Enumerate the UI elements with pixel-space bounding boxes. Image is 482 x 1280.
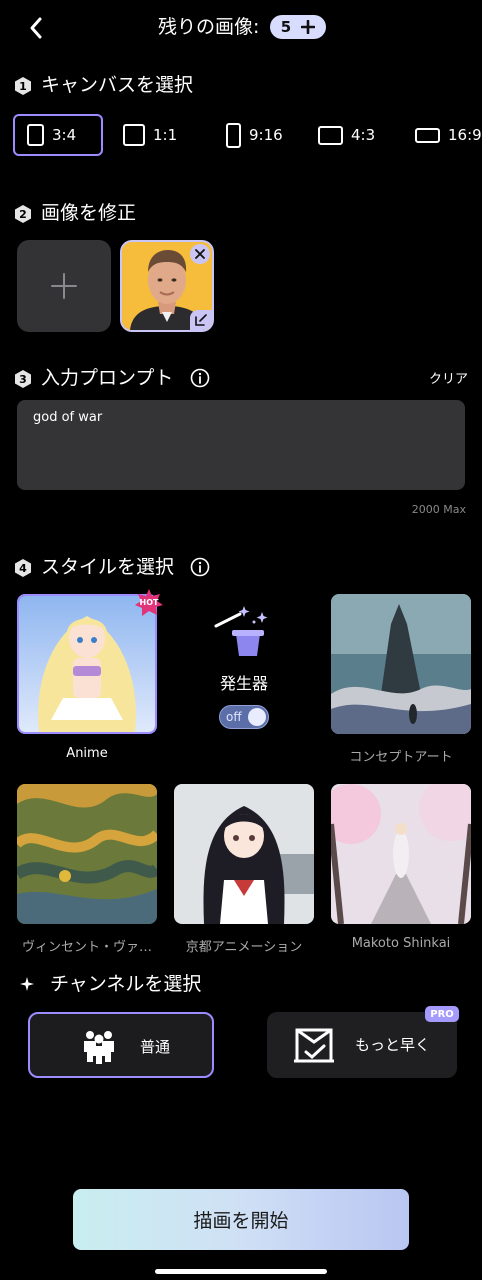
section-title-canvas: キャンバスを選択 [41, 74, 194, 96]
close-icon [195, 249, 205, 259]
section-number-3: 3 [13, 369, 33, 389]
ratio-label: 4:3 [351, 126, 376, 144]
toggle-knob [248, 708, 266, 726]
section-title-channel: チャンネルを選択 [50, 973, 202, 995]
fast-track-icon [294, 1028, 334, 1063]
generator-toggle[interactable]: off [219, 705, 269, 729]
prompt-input[interactable]: god of war [17, 400, 465, 490]
style-label: Anime [66, 746, 108, 761]
clear-prompt-button[interactable]: クリア [429, 368, 468, 387]
credits-pill[interactable]: 5 [270, 15, 326, 39]
magic-hat-icon [214, 604, 274, 660]
pro-badge: PRO [425, 1006, 459, 1022]
section-title-prompt: 入力プロンプト [41, 367, 174, 389]
prompt-max-length: 2000 Max [411, 503, 466, 516]
style-makoto-shinkai-thumbnail[interactable] [331, 784, 471, 924]
home-indicator [155, 1269, 327, 1274]
ratio-option-4-3[interactable]: 4:3 [318, 114, 375, 156]
style-label: Makoto Shinkai [351, 936, 451, 951]
edit-icon [195, 314, 207, 326]
channel-normal-button[interactable]: 普通 [28, 1012, 214, 1078]
ratio-square-icon [123, 124, 145, 146]
style-label: 京都アニメーション [185, 940, 303, 955]
edit-image-button[interactable] [190, 310, 212, 330]
style-kyoto-animation-thumbnail[interactable] [174, 784, 314, 924]
section-title-modify: 画像を修正 [41, 202, 137, 224]
sparkle-icon [19, 976, 35, 992]
section-number-2: 2 [13, 204, 33, 224]
section-number-4: 4 [13, 558, 33, 578]
credits-count: 5 [280, 18, 292, 36]
channel-normal-label: 普通 [140, 1038, 171, 1056]
chevron-left-icon [30, 17, 42, 39]
van-gogh-artwork [17, 784, 157, 924]
ratio-label: 1:1 [153, 126, 178, 144]
ratio-tall-icon [226, 122, 241, 148]
info-icon[interactable] [190, 557, 210, 577]
ratio-label: 9:16 [249, 126, 283, 144]
add-image-button[interactable] [17, 240, 111, 332]
start-drawing-button[interactable]: 描画を開始 [73, 1189, 409, 1250]
ratio-option-16-9[interactable]: 16:9 [415, 114, 482, 156]
kyoto-animation-artwork [174, 784, 314, 924]
back-button[interactable] [22, 14, 50, 42]
ratio-label: 3:4 [52, 126, 77, 144]
generator-label: 発生器 [219, 674, 268, 693]
plus-icon [301, 20, 316, 34]
remove-image-button[interactable] [190, 244, 210, 264]
style-label: ヴィンセント・ヴァ… [21, 940, 152, 955]
uploaded-image-thumbnail[interactable] [120, 240, 214, 332]
ratio-option-3-4[interactable]: 3:4 [13, 114, 103, 156]
section-number-1: 1 [13, 76, 33, 96]
group-people-icon [84, 1031, 114, 1064]
ratio-wide-icon [415, 127, 440, 143]
ratio-option-1-1[interactable]: 1:1 [123, 114, 177, 156]
page-title: 残りの画像: [158, 16, 260, 38]
plus-icon [51, 273, 77, 299]
ratio-portrait-icon [27, 124, 44, 146]
section-title-style: スタイルを選択 [41, 556, 175, 578]
info-icon[interactable] [190, 368, 210, 388]
style-van-gogh-thumbnail[interactable] [17, 784, 157, 924]
style-concept-art-thumbnail[interactable] [331, 594, 471, 734]
ratio-label: 16:9 [448, 126, 482, 144]
toggle-label: off [226, 710, 242, 724]
makoto-shinkai-artwork [331, 784, 471, 924]
ratio-option-9-16[interactable]: 9:16 [226, 114, 283, 156]
concept-art-artwork [331, 594, 471, 734]
ratio-landscape-icon [318, 125, 343, 145]
style-label: コンセプトアート [349, 750, 453, 765]
hot-badge: HOT [134, 588, 164, 618]
channel-fast-label: もっと早く [355, 1036, 431, 1054]
